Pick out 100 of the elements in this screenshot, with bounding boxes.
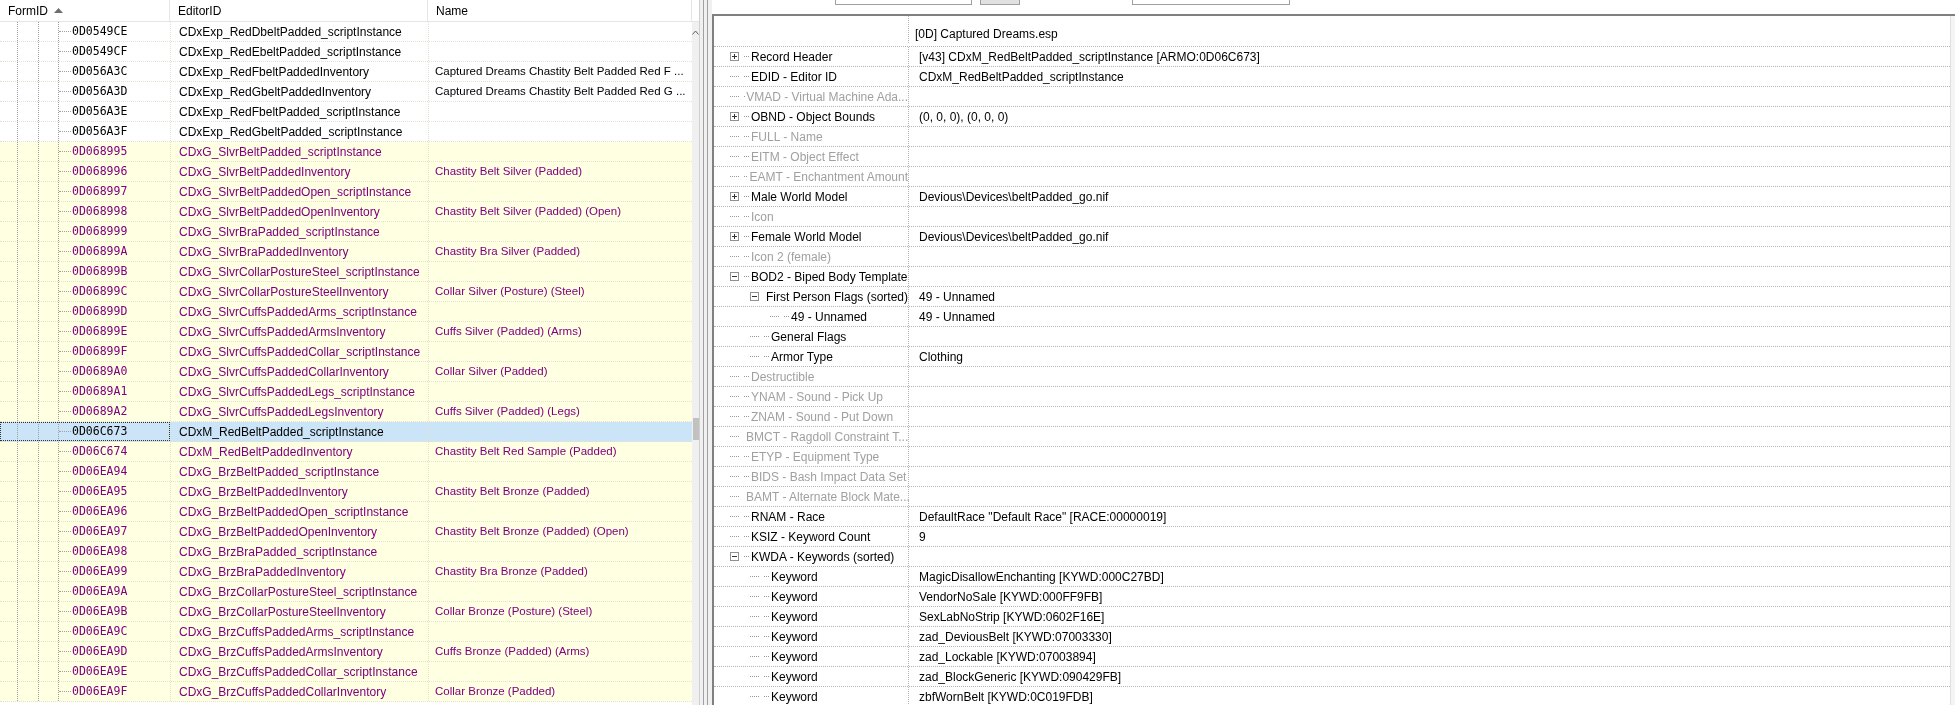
form-id-cell-text: 0D056A3D: [72, 82, 128, 100]
form-id-cell-text: 0D06EA99: [72, 562, 128, 580]
name-cell-text: Cuffs Silver (Padded) (Arms): [435, 323, 582, 339]
field-value: zad_Lockable [KYWD:07003894]: [918, 648, 1096, 666]
form-id-cell-text: 0D068998: [72, 202, 128, 220]
form-id-cell-text: 0D0689A0: [72, 362, 128, 380]
field-label[interactable]: BOD2 - Biped Body Template: [751, 267, 908, 286]
form-id-cell-text: 0D06899D: [72, 302, 128, 320]
expand-icon[interactable]: [730, 112, 739, 121]
field-label[interactable]: RNAM - Race: [751, 507, 825, 526]
name-cell-text: Chastity Belt Silver (Padded) (Open): [435, 203, 621, 219]
table-row[interactable]: 0D06EA9C CDxG_BrzCuffsPaddedArms_scriptInstance: [0, 622, 692, 642]
editor-id-cell-text: CDxG_SlvrCuffsPaddedArms_scriptInstance: [179, 303, 417, 321]
table-row[interactable]: 0D0689A2 CDxG_SlvrCuffsPaddedLegsInventory Cuffs Silver (Padded) (Legs): [0, 402, 692, 422]
table-row[interactable]: 0D06899F CDxG_SlvrCuffsPaddedCollar_scriptInstance: [0, 342, 692, 362]
editor-id-cell-text: CDxG_SlvrBeltPaddedOpenInventory: [179, 203, 380, 221]
name-cell-text: Cuffs Silver (Padded) (Legs): [435, 403, 580, 419]
form-id-cell-text: 0D06C674: [72, 442, 128, 460]
table-row[interactable]: 0D056A3D CDxExp_RedGbeltPaddedInventory Captured Dreams Chastity Belt Padded Red G ...: [0, 82, 692, 102]
name-cell-text: Chastity Bra Bronze (Padded): [435, 563, 588, 579]
field-label[interactable]: Keyword: [771, 647, 818, 666]
table-row[interactable]: 0D068997 CDxG_SlvrBeltPaddedOpen_scriptInstance: [0, 182, 692, 202]
field-label[interactable]: Keyword: [771, 607, 818, 626]
toolbar-field[interactable]: [835, 0, 972, 5]
name-cell-text: Chastity Belt Bronze (Padded): [435, 483, 590, 499]
editor-id-cell-text: CDxG_BrzCollarPostureSteel_scriptInstance: [179, 583, 418, 601]
table-row[interactable]: 0D06EA9A CDxG_BrzCollarPostureSteel_scriptInstance: [0, 582, 692, 602]
table-row[interactable]: 0D06899C CDxG_SlvrCollarPostureSteelInventory Collar Silver (Posture) (Steel): [0, 282, 692, 302]
toolbar-field[interactable]: [1132, 0, 1290, 5]
table-row[interactable]: 0D06C673 CDxM_RedBeltPadded_scriptInstance: [0, 422, 692, 442]
collapse-icon[interactable]: [750, 292, 759, 301]
form-id-cell-text: 0D056A3C: [72, 62, 128, 80]
form-id-cell-text: 0D0549CF: [72, 42, 128, 60]
collapse-icon[interactable]: [730, 552, 739, 561]
table-row[interactable]: 0D056A3F CDxExp_RedGbeltPadded_scriptInstance: [0, 122, 692, 142]
editor-id-cell-text: CDxG_BrzCuffsPaddedCollar_scriptInstance: [179, 663, 418, 681]
editor-id-cell-text: CDxExp_RedFbeltPaddedInventory: [179, 63, 370, 81]
table-row[interactable]: 0D056A3E CDxExp_RedFbeltPadded_scriptInstance: [0, 102, 692, 122]
table-row[interactable]: 0D068996 CDxG_SlvrBeltPaddedInventory Chastity Belt Silver (Padded): [0, 162, 692, 182]
table-row[interactable]: 0D06EA94 CDxG_BrzBeltPadded_scriptInstance: [0, 462, 692, 482]
field-label[interactable]: Keyword: [771, 567, 818, 586]
table-row[interactable]: 0D068995 CDxG_SlvrBeltPadded_scriptInstance: [0, 142, 692, 162]
editor-id-cell-text: CDxG_SlvrCuffsPaddedLegsInventory: [179, 403, 384, 421]
table-row[interactable]: 0D068998 CDxG_SlvrBeltPaddedOpenInventory Chastity Belt Silver (Padded) (Open): [0, 202, 692, 222]
table-row[interactable]: 0D068999 CDxG_SlvrBraPadded_scriptInstance: [0, 222, 692, 242]
collapse-icon[interactable]: [730, 272, 739, 281]
table-row[interactable]: 0D06EA9F CDxG_BrzCuffsPaddedCollarInventory Collar Bronze (Padded): [0, 682, 692, 702]
field-label[interactable]: OBND - Object Bounds: [751, 107, 876, 126]
table-row[interactable]: 0D0689A1 CDxG_SlvrCuffsPaddedLegs_scriptInstance: [0, 382, 692, 402]
table-row[interactable]: 0D0549CF CDxExp_RedEbeltPadded_scriptInstance: [0, 42, 692, 62]
field-label[interactable]: KSIZ - Keyword Count: [751, 527, 871, 546]
field-label[interactable]: Keyword: [771, 587, 818, 606]
form-id-cell-text: 0D06EA94: [72, 462, 128, 480]
table-row[interactable]: 0D06EA99 CDxG_BrzBraPaddedInventory Chastity Bra Bronze (Padded): [0, 562, 692, 582]
field-label[interactable]: Keyword: [771, 667, 818, 686]
field-label[interactable]: EDID - Editor ID: [751, 67, 837, 86]
field-value: Clothing: [918, 348, 964, 366]
field-value: Devious\Devices\beltPadded_go.nif: [918, 228, 1109, 246]
table-row[interactable]: 0D06EA9E CDxG_BrzCuffsPaddedCollar_scriptInstance: [0, 662, 692, 682]
table-row[interactable]: 0D06EA97 CDxG_BrzBeltPaddedOpenInventory Chastity Belt Bronze (Padded) (Open): [0, 522, 692, 542]
expand-icon[interactable]: [730, 232, 739, 241]
form-id-cell-text: 0D06C673: [72, 422, 128, 440]
field-label[interactable]: General Flags: [771, 327, 847, 346]
editor-id-cell-text: CDxG_SlvrBraPadded_scriptInstance: [179, 223, 380, 241]
field-label[interactable]: Female World Model: [751, 227, 862, 246]
table-row[interactable]: 0D06EA9D CDxG_BrzCuffsPaddedArmsInventory Cuffs Bronze (Padded) (Arms): [0, 642, 692, 662]
name-cell-text: Captured Dreams Chastity Belt Padded Red G ...: [435, 83, 686, 99]
table-row[interactable]: 0D0549CE CDxExp_RedDbeltPadded_scriptInstance: [0, 22, 692, 42]
table-row[interactable]: 0D06EA95 CDxG_BrzBeltPaddedInventory Chastity Belt Bronze (Padded): [0, 482, 692, 502]
scrollbar-track[interactable]: [1950, 16, 1955, 705]
table-row[interactable]: 0D06EA96 CDxG_BrzBeltPaddedOpen_scriptInstance: [0, 502, 692, 522]
table-row[interactable]: 0D056A3C CDxExp_RedFbeltPaddedInventory Captured Dreams Chastity Belt Padded Red F ...: [0, 62, 692, 82]
table-row[interactable]: 0D06899B CDxG_SlvrCollarPostureSteel_scriptInstance: [0, 262, 692, 282]
field-label[interactable]: Male World Model: [751, 187, 848, 206]
form-id-cell-text: 0D0689A1: [72, 382, 128, 400]
editor-id-cell-text: CDxG_BrzBeltPaddedInventory: [179, 483, 348, 501]
field-label[interactable]: First Person Flags (sorted): [766, 287, 909, 306]
name-cell-text: Collar Bronze (Posture) (Steel): [435, 603, 593, 619]
table-row[interactable]: 0D06899D CDxG_SlvrCuffsPaddedArms_scriptInstance: [0, 302, 692, 322]
table-row[interactable]: 0D06EA9B CDxG_BrzCollarPostureSteelInventory Collar Bronze (Posture) (Steel): [0, 602, 692, 622]
name-cell-text: Collar Silver (Posture) (Steel): [435, 283, 585, 299]
field-label[interactable]: Armor Type: [771, 347, 833, 366]
field-label[interactable]: Keyword: [771, 687, 818, 705]
field-label[interactable]: 49 - Unnamed: [791, 307, 868, 326]
table-row[interactable]: 0D06C674 CDxM_RedBeltPaddedInventory Chastity Belt Red Sample (Padded): [0, 442, 692, 462]
scrollbar-track[interactable]: [692, 22, 699, 705]
table-row[interactable]: 0D06899E CDxG_SlvrCuffsPaddedArmsInventory Cuffs Silver (Padded) (Arms): [0, 322, 692, 342]
field-label[interactable]: Record Header: [751, 47, 833, 66]
field-label[interactable]: KWDA - Keywords (sorted): [751, 547, 895, 566]
editor-id-cell-text: CDxG_BrzBeltPaddedOpen_scriptInstance: [179, 503, 409, 521]
field-value: CDxM_RedBeltPadded_scriptInstance: [918, 68, 1124, 86]
table-row[interactable]: 0D06EA98 CDxG_BrzBraPadded_scriptInstance: [0, 542, 692, 562]
table-row[interactable]: 0D0689A0 CDxG_SlvrCuffsPaddedCollarInventory Collar Silver (Padded): [0, 362, 692, 382]
field-label[interactable]: Keyword: [771, 627, 818, 646]
scroll-up-icon[interactable]: [692, 30, 699, 35]
expand-icon[interactable]: [730, 52, 739, 61]
table-row[interactable]: 0D06899A CDxG_SlvrBraPaddedInventory Chastity Bra Silver (Padded): [0, 242, 692, 262]
scrollbar-thumb[interactable]: [692, 418, 699, 440]
form-id-cell-text: 0D06EA9F: [72, 682, 128, 700]
expand-icon[interactable]: [730, 192, 739, 201]
